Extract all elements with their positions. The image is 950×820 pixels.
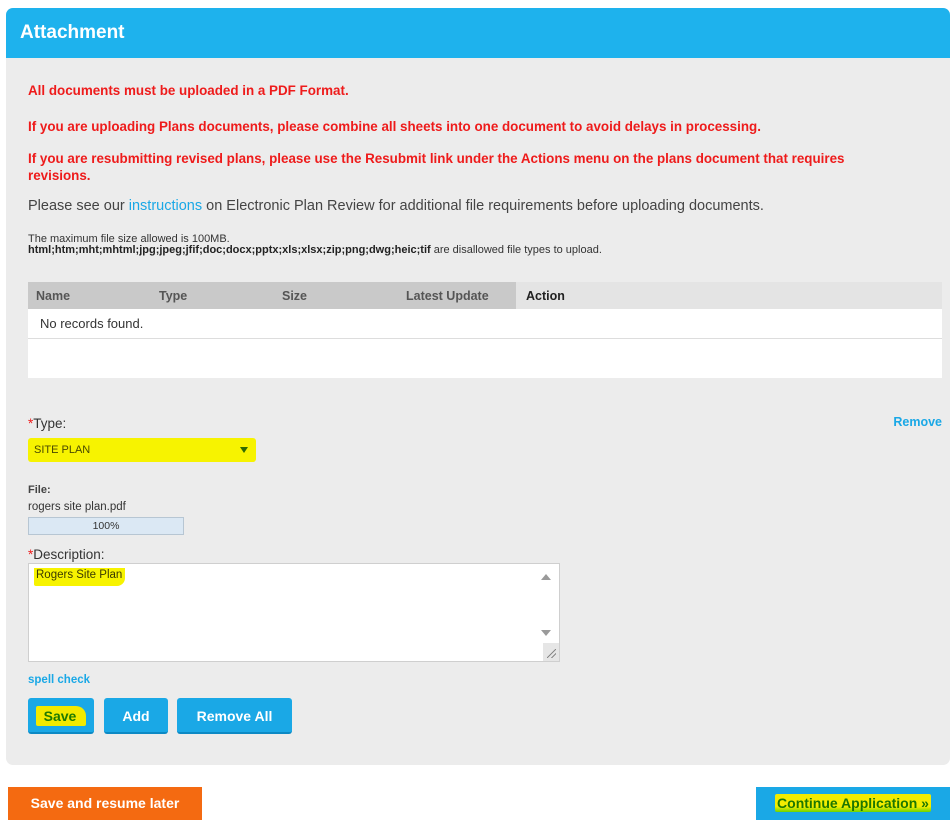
chevron-down-icon [240,447,248,453]
disallowed-types: html;htm;mht;mhtml;jpg;jpeg;jfif;doc;doc… [28,244,431,256]
scroll-up-icon[interactable] [541,574,551,580]
continue-application-label: Continue Application » [775,794,931,812]
description-label-text: Description: [33,547,105,562]
description-textarea[interactable]: Rogers Site Plan [28,563,560,662]
save-button[interactable]: Save [28,698,94,734]
column-header-type[interactable]: Type [159,289,187,303]
type-select[interactable]: SITE PLAN [28,438,256,462]
column-header-size[interactable]: Size [282,289,307,303]
disallowed-suffix: are disallowed file types to upload. [430,244,602,256]
type-label-text: Type: [33,416,67,431]
attachment-panel: Attachment All documents must be uploade… [6,8,950,765]
instructions-text: Please see our instructions on Electroni… [28,198,764,214]
save-and-resume-later-button[interactable]: Save and resume later [8,787,202,820]
table-empty-message: No records found. [28,309,942,339]
description-value: Rogers Site Plan [34,568,126,586]
upload-progress-text: 100% [92,520,120,532]
instructions-after: on Electronic Plan Review for additional… [202,198,764,214]
remove-link[interactable]: Remove [893,415,942,429]
continue-application-button[interactable]: Continue Application » [756,787,950,820]
resize-grip-icon[interactable] [543,643,559,661]
scroll-down-icon[interactable] [541,630,551,636]
type-select-value: SITE PLAN [34,444,91,456]
column-header-action-cell: Action [516,282,942,309]
notice-resubmit: If you are resubmitting revised plans, p… [28,151,845,183]
file-name: rogers site plan.pdf [28,501,126,513]
upload-progress-bar: 100% [28,517,184,535]
panel-title: Attachment [6,8,950,58]
notice-pdf-format: All documents must be uploaded in a PDF … [28,83,349,98]
disallowed-types-line: html;htm;mht;mhtml;jpg;jpeg;jfif;doc;doc… [28,245,602,256]
table-header: Name Type Size Latest Update Action [28,282,942,309]
column-header-action: Action [526,289,565,303]
description-label: *Description: [28,547,105,562]
save-button-label: Save [35,706,87,726]
spell-check-link[interactable]: spell check [28,674,90,686]
instructions-before: Please see our [28,198,129,214]
notice-combine-sheets: If you are uploading Plans documents, pl… [28,119,761,134]
file-label: File: [28,484,51,496]
remove-all-button[interactable]: Remove All [177,698,292,734]
column-header-name[interactable]: Name [36,289,70,303]
add-button[interactable]: Add [104,698,168,734]
column-header-latest-update[interactable]: Latest Update [406,289,489,303]
attachments-table: Name Type Size Latest Update Action No r… [28,282,942,378]
instructions-link[interactable]: instructions [129,198,202,214]
file-limits: The maximum file size allowed is 100MB. … [28,234,602,256]
type-label: *Type: [28,416,66,431]
